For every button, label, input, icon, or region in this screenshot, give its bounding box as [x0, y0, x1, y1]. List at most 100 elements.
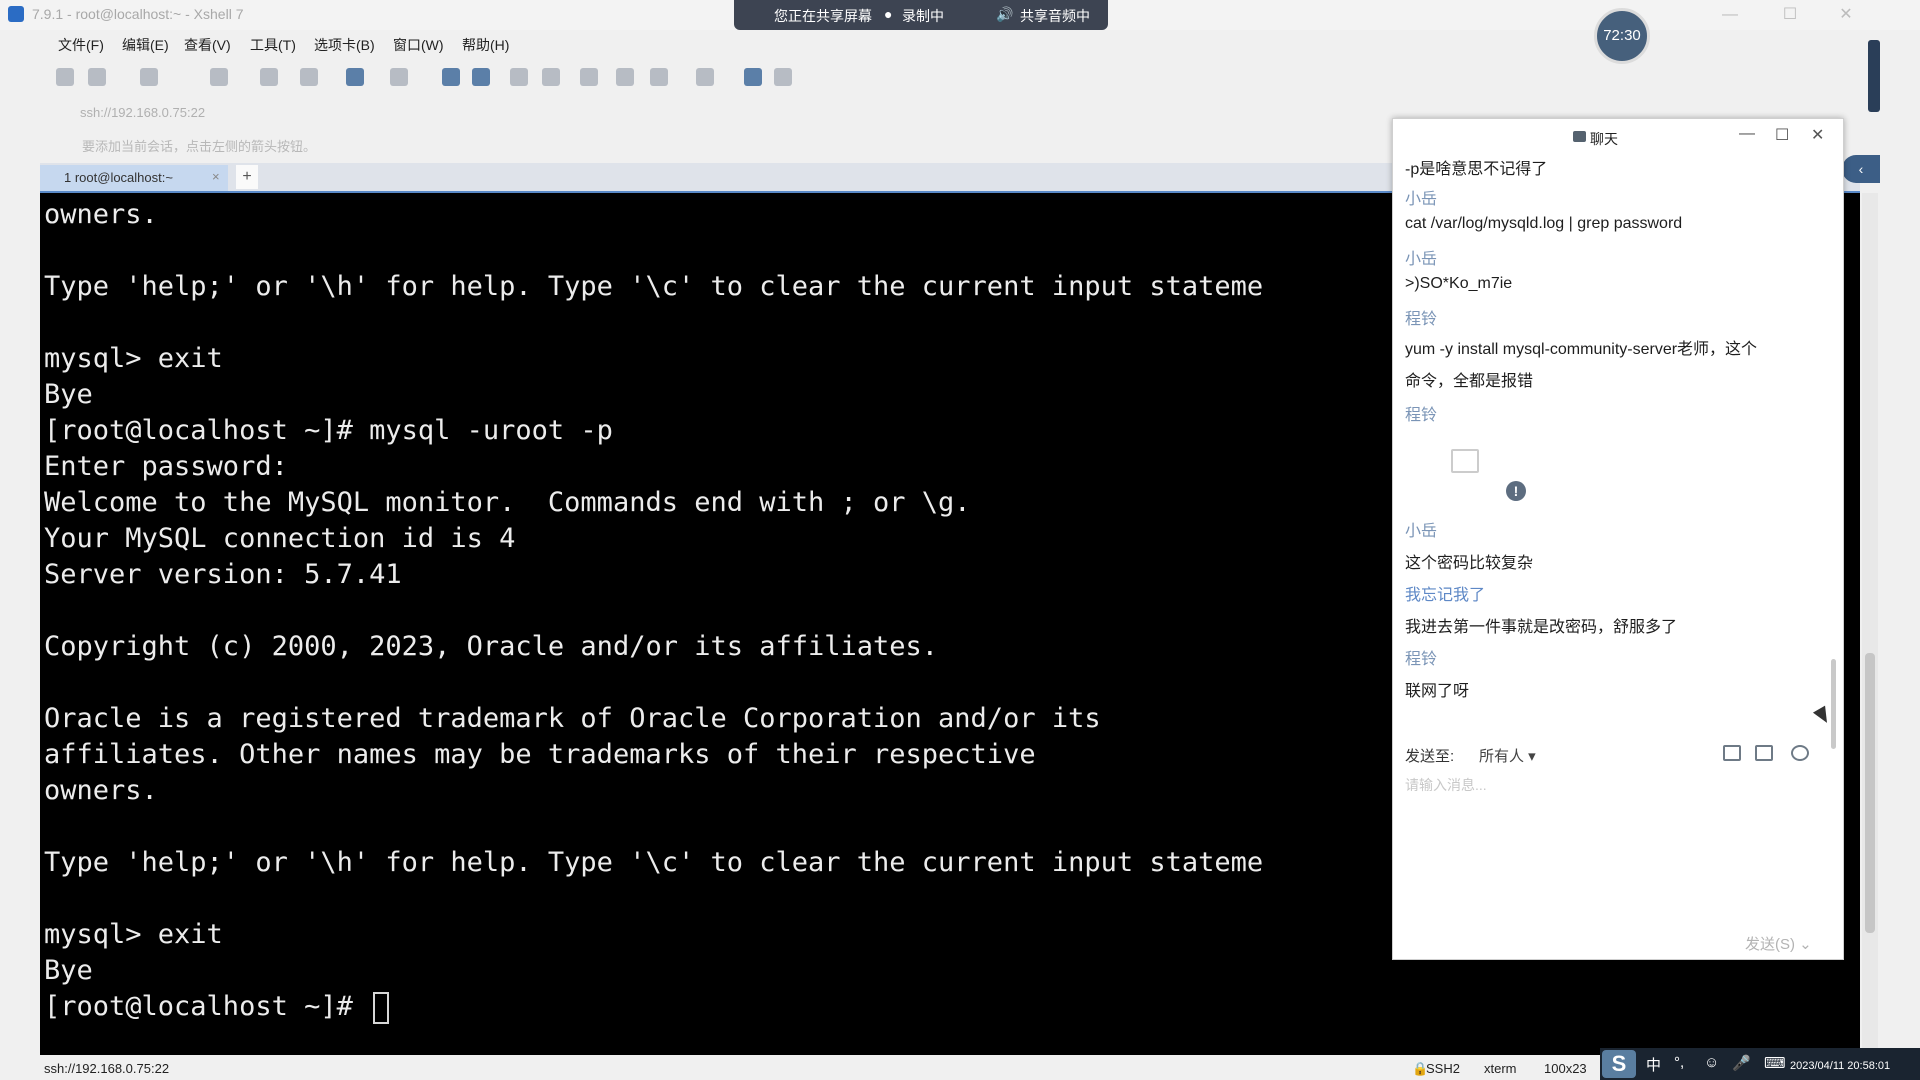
chat-minimize-button[interactable]: —	[1739, 125, 1755, 143]
send-button[interactable]: 发送(S) ⌄	[1745, 933, 1812, 954]
globe-icon[interactable]	[346, 68, 364, 86]
side-panel-handle[interactable]	[1868, 40, 1880, 112]
keyboard-tray-icon[interactable]: ⌨	[1764, 1054, 1786, 1072]
chat-close-button[interactable]: ✕	[1811, 125, 1824, 145]
terminal-line: Your MySQL connection id is 4	[44, 523, 516, 554]
search-icon[interactable]	[260, 68, 278, 86]
terminal-line: mysql> exit	[44, 343, 223, 374]
chat-sender: 我忘记我了	[1405, 587, 1486, 604]
menu-view[interactable]: 查看(V)	[184, 35, 231, 55]
tab-session-1[interactable]: 1 root@localhost:~ ×	[40, 165, 228, 191]
properties-icon[interactable]	[210, 68, 228, 86]
terminal-line: Type 'help;' or '\h' for help. Type '\c'…	[44, 847, 1264, 878]
status-protocol: SSH2	[1426, 1061, 1460, 1076]
toolbar	[0, 62, 1860, 92]
sharing-audio-label: 共享音频中	[1020, 8, 1090, 24]
minimize-button[interactable]: —	[1710, 2, 1750, 28]
chat-message: 联网了呀	[1405, 683, 1470, 700]
tab-label: 1 root@localhost:~	[64, 170, 173, 185]
chat-header: 聊天 — ☐ ✕	[1393, 119, 1843, 153]
chat-panel: 聊天 — ☐ ✕ -p是啥意思不记得了 小岳 cat /var/log/mysq…	[1392, 118, 1844, 960]
chat-sender: 小岳	[1405, 191, 1438, 208]
terminal-line: affiliates. Other names may be trademark…	[44, 739, 1036, 770]
new-session-icon[interactable]	[56, 68, 74, 86]
menu-tabs[interactable]: 选项卡(B)	[314, 35, 375, 55]
terminal-line: [root@localhost ~]# mysql -uroot -p	[44, 415, 613, 446]
send-to-label: 发送至:	[1405, 748, 1455, 765]
chat-message: -p是啥意思不记得了	[1405, 161, 1548, 178]
scrollbar-thumb[interactable]	[1865, 653, 1875, 933]
terminal-line: Oracle is a registered trademark of Orac…	[44, 703, 1101, 734]
status-size: 100x23	[1544, 1061, 1587, 1076]
collapse-panel-button[interactable]: ‹	[1842, 155, 1880, 183]
screenshot-icon[interactable]	[1755, 745, 1773, 761]
image-placeholder-icon[interactable]	[1451, 449, 1479, 473]
open-folder-icon[interactable]	[88, 68, 106, 86]
emoji-icon[interactable]: ☺	[1704, 1054, 1719, 1071]
system-tray: S 中 °, ☺ 🎤 ⌨ 2023/04/11 20:58:01	[1600, 1048, 1920, 1080]
terminal-line: Type 'help;' or '\h' for help. Type '\c'…	[44, 271, 1264, 302]
keyboard-icon[interactable]	[580, 68, 598, 86]
menu-help[interactable]: 帮助(H)	[462, 35, 509, 55]
script-icon[interactable]	[616, 68, 634, 86]
terminal-prompt-line: [root@localhost ~]#	[44, 989, 390, 1025]
terminal-line: Server version: 5.7.41	[44, 559, 402, 590]
terminal-line: Enter password:	[44, 451, 288, 482]
tab-close-icon[interactable]: ×	[212, 169, 220, 184]
chat-bubble-icon	[1573, 131, 1586, 142]
chat-sender: 程铃	[1405, 407, 1438, 424]
chat-message: cat /var/log/mysqld.log | grep password	[1405, 215, 1683, 232]
font-icon[interactable]	[390, 68, 408, 86]
ime-mode[interactable]: 中	[1646, 1054, 1661, 1075]
menu-tools[interactable]: 工具(T)	[250, 35, 296, 55]
fullscreen-icon[interactable]	[510, 68, 528, 86]
xshell-app-icon	[8, 6, 24, 22]
maximize-button[interactable]: ☐	[1770, 2, 1810, 28]
chat-title: 聊天	[1590, 131, 1618, 147]
add-tab-button[interactable]: +	[236, 165, 258, 189]
chat-scrollbar[interactable]	[1831, 659, 1836, 749]
menu-edit[interactable]: 编辑(E)	[122, 35, 169, 55]
copy-icon[interactable]	[300, 68, 318, 86]
settings-icon[interactable]	[650, 68, 668, 86]
sogou-ime-icon[interactable]: S	[1602, 1050, 1636, 1078]
xftp-icon[interactable]	[442, 68, 460, 86]
chat-message: yum -y install mysql-community-server老师，…	[1405, 341, 1758, 358]
user-icon[interactable]	[1791, 745, 1809, 761]
window-title: 7.9.1 - root@localhost:~ - Xshell 7	[32, 6, 244, 22]
folder-icon[interactable]	[1723, 745, 1741, 761]
clock: 2023/04/11 20:58:01	[1790, 1060, 1891, 1072]
lock-icon[interactable]	[542, 68, 560, 86]
microphone-icon[interactable]: 🎤	[1732, 1054, 1751, 1072]
recipient-select[interactable]: 所有人 ▾	[1479, 745, 1536, 766]
menu-window[interactable]: 窗口(W)	[393, 35, 444, 55]
chat-message: 我进去第一件事就是改密码，舒服多了	[1405, 619, 1678, 636]
layout-icon[interactable]	[696, 68, 714, 86]
help-icon[interactable]	[744, 68, 762, 86]
title-bar: 7.9.1 - root@localhost:~ - Xshell 7 您正在共…	[0, 0, 1920, 64]
chat-message-input[interactable]: 请输入消息...	[1405, 775, 1825, 795]
terminal-line: Welcome to the MySQL monitor. Commands e…	[44, 487, 971, 518]
terminal-scrollbar[interactable]	[1862, 193, 1878, 1055]
chat-message: >)SO*Ko_m7ie	[1405, 275, 1513, 292]
terminal-line: owners.	[44, 199, 158, 230]
reconnect-icon[interactable]	[140, 68, 158, 86]
chat-sender: 程铃	[1405, 311, 1438, 328]
status-address: ssh://192.168.0.75:22	[44, 1061, 170, 1076]
chat-sender: 小岳	[1405, 251, 1438, 268]
menu-bar: 文件(F) 编辑(E) 查看(V) 工具(T) 选项卡(B) 窗口(W) 帮助(…	[0, 32, 1860, 56]
sharing-screen-label: 您正在共享屏幕	[774, 8, 872, 24]
address-text: ssh://192.168.0.75:22	[80, 105, 206, 120]
punctuation-icon[interactable]: °,	[1674, 1054, 1684, 1071]
chat-maximize-button[interactable]: ☐	[1775, 125, 1789, 145]
record-icon[interactable]	[472, 68, 490, 86]
terminal-cursor	[373, 991, 390, 1024]
terminal-line: Copyright (c) 2000, 2023, Oracle and/or …	[44, 631, 939, 662]
terminal-line: owners.	[44, 775, 158, 806]
menu-file[interactable]: 文件(F)	[58, 35, 104, 55]
screen-share-bar: 您正在共享屏幕 ● 录制中 🔊 共享音频中	[734, 0, 1108, 30]
chat-toolbar-icon[interactable]	[774, 68, 792, 86]
error-icon: !	[1506, 481, 1526, 501]
terminal-line: Bye	[44, 955, 93, 986]
close-button[interactable]: ✕	[1826, 2, 1866, 28]
